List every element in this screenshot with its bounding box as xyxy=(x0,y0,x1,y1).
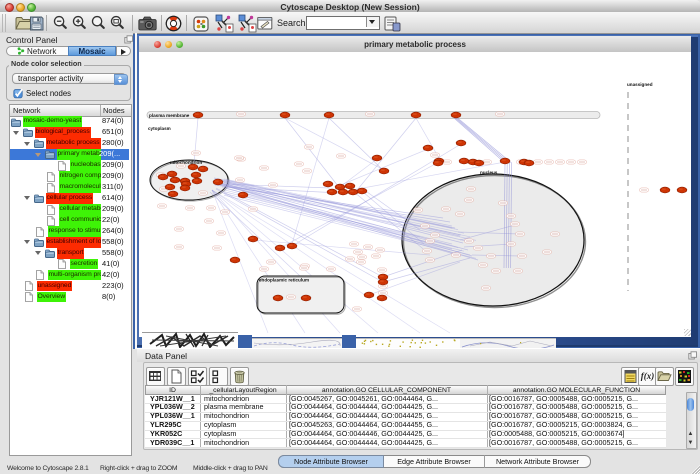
svg-text:plasma membrane: plasma membrane xyxy=(149,113,190,118)
svg-text:mitochondrion: mitochondrion xyxy=(170,160,202,165)
svg-text:endoplasmic reticulum: endoplasmic reticulum xyxy=(259,278,309,283)
svg-text:cytoplasm: cytoplasm xyxy=(148,126,171,131)
svg-text:nucleus: nucleus xyxy=(480,170,498,175)
svg-text:unassigned: unassigned xyxy=(627,82,653,87)
